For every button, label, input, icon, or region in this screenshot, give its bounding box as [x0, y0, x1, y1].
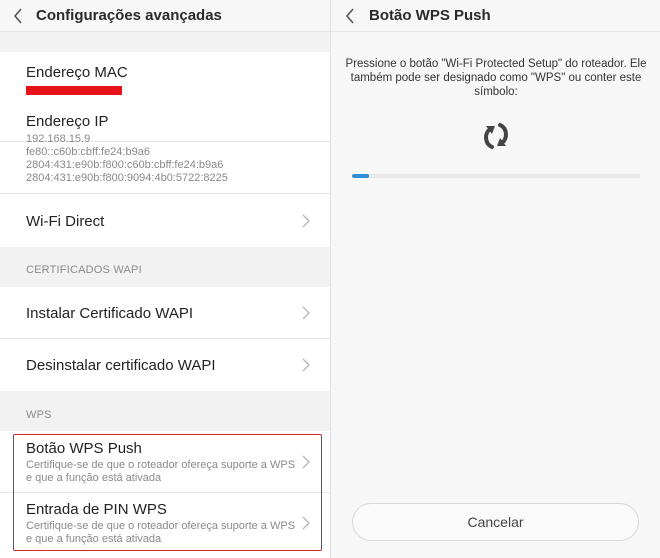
back-button[interactable] — [331, 0, 369, 32]
install-certificate-row[interactable]: Instalar Certificado WAPI — [0, 287, 330, 339]
redacted-mac-address — [26, 86, 122, 95]
wps-push-row[interactable]: Botão WPS Push Certifique-se de que o ro… — [0, 431, 330, 493]
wps-pin-title: Entrada de PIN WPS — [26, 501, 167, 518]
back-button[interactable] — [0, 0, 36, 32]
wps-push-description: Certifique-se de que o roteador ofereça … — [26, 459, 296, 484]
wps-instructions: Pressione o botão "Wi-Fi Protected Setup… — [345, 58, 647, 98]
page-title: Botão WPS Push — [369, 7, 491, 24]
chevron-right-icon — [302, 306, 310, 320]
mac-address-label: Endereço MAC — [26, 64, 128, 81]
wifi-direct-label: Wi-Fi Direct — [26, 213, 105, 230]
uninstall-certificate-row[interactable]: Desinstalar certificado WAPI — [0, 339, 330, 391]
progress-fill — [352, 174, 370, 178]
chevron-right-icon — [302, 358, 310, 372]
chevron-left-icon — [345, 7, 354, 24]
wps-card: Botão WPS Push Certifique-se de que o ro… — [0, 431, 330, 558]
wps-symbol-icon — [484, 123, 508, 149]
chevron-right-icon — [302, 455, 310, 469]
section-label-certificates: CERTIFICADOS WAPI — [26, 264, 142, 276]
wps-pin-description: Certifique-se de que o roteador ofereça … — [26, 520, 296, 545]
cancel-button[interactable]: Cancelar — [352, 503, 639, 541]
ip-value: 192.168.15.9 — [26, 133, 91, 145]
chevron-right-icon — [302, 516, 310, 530]
wps-push-title: Botão WPS Push — [26, 440, 142, 457]
section-label-wps: WPS — [26, 409, 52, 421]
header-bar: Botão WPS Push — [331, 0, 660, 32]
ip-value: 2804:431:e90b:f800:9094:4b0:5722:8225 — [26, 172, 228, 184]
uninstall-certificate-label: Desinstalar certificado WAPI — [26, 357, 216, 374]
wps-pin-row[interactable]: Entrada de PIN WPS Certifique-se de que … — [0, 493, 330, 555]
chevron-right-icon — [302, 214, 310, 228]
wifi-direct-row[interactable]: Wi-Fi Direct — [0, 194, 330, 247]
wps-push-screen: Botão WPS Push Pressione o botão "Wi-Fi … — [330, 0, 660, 558]
chevron-left-icon — [13, 7, 22, 24]
ip-address-label: Endereço IP — [26, 113, 109, 130]
ip-value: 2804:431:e90b:f800:c60b:cbff:fe24:b9a6 — [26, 159, 224, 171]
network-info-card: Endereço MAC Endereço IP 192.168.15.9 fe… — [0, 52, 330, 247]
header-bar: Configurações avançadas — [0, 0, 330, 32]
ip-address-values: 192.168.15.9 fe80::c60b:cbff:fe24:b9a6 2… — [26, 133, 228, 185]
advanced-settings-screen: Configurações avançadas Endereço MAC End… — [0, 0, 330, 558]
page-title: Configurações avançadas — [36, 7, 222, 24]
certificates-card: Instalar Certificado WAPI Desinstalar ce… — [0, 287, 330, 391]
wps-progress-bar — [352, 174, 640, 178]
install-certificate-label: Instalar Certificado WAPI — [26, 305, 193, 322]
ip-value: fe80::c60b:cbff:fe24:b9a6 — [26, 146, 150, 158]
